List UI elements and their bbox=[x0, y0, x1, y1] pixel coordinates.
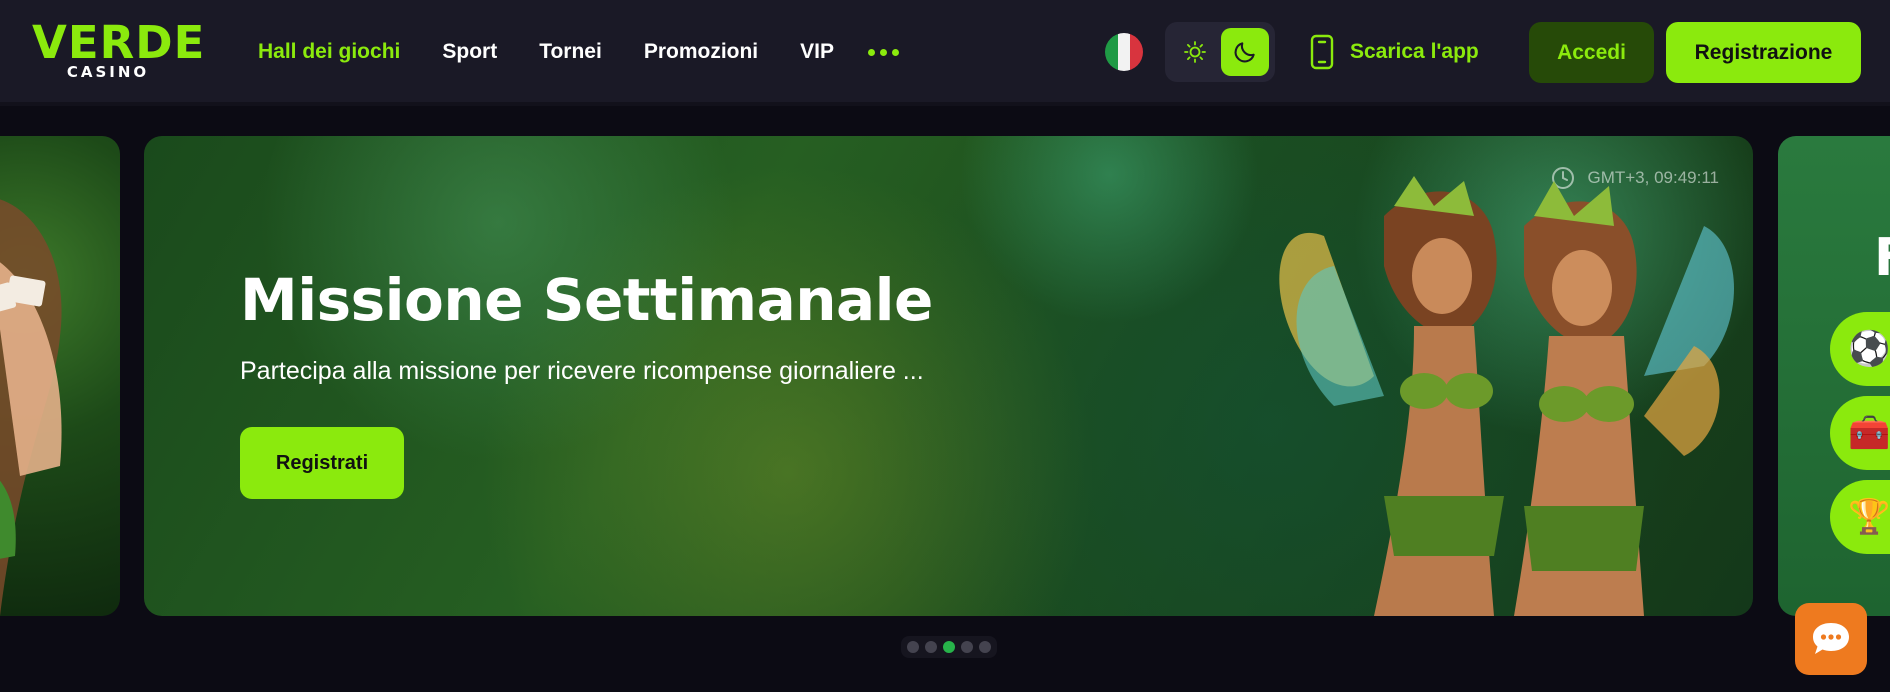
moon-icon[interactable] bbox=[1221, 28, 1269, 76]
smartphone-icon bbox=[1310, 34, 1334, 70]
nav-item-tornei[interactable]: Tornei bbox=[539, 40, 602, 64]
login-button[interactable]: Accedi bbox=[1529, 22, 1654, 83]
pagination-dot[interactable] bbox=[979, 641, 991, 653]
theme-toggle bbox=[1165, 22, 1275, 82]
main-nav: Hall dei giochi Sport Tornei Promozioni … bbox=[258, 36, 900, 68]
nav-item-vip[interactable]: VIP bbox=[800, 40, 834, 64]
pagination-dot-active[interactable] bbox=[943, 641, 955, 653]
trophy-icon[interactable]: 🏆 bbox=[1830, 480, 1890, 554]
soccer-ball-icon[interactable]: ⚽ bbox=[1830, 312, 1890, 386]
top-header: VERDE CASINO Hall dei giochi Sport Torne… bbox=[0, 0, 1890, 106]
next-slide-title-fragment: F bbox=[1874, 228, 1890, 288]
nav-item-promozioni[interactable]: Promozioni bbox=[644, 40, 758, 64]
sun-icon[interactable] bbox=[1171, 28, 1219, 76]
next-slide[interactable]: F ⚽ 🧰 🏆 bbox=[1778, 136, 1890, 616]
previous-slide[interactable] bbox=[0, 136, 120, 616]
chat-bubble-icon[interactable] bbox=[1795, 603, 1867, 675]
slider-pagination bbox=[901, 636, 997, 658]
banner-subtitle: Partecipa alla missione per ricevere ric… bbox=[240, 357, 924, 385]
download-app-link[interactable]: Scarica l'app bbox=[1310, 34, 1479, 70]
nav-item-hall-dei-giochi[interactable]: Hall dei giochi bbox=[258, 40, 400, 64]
pagination-dot[interactable] bbox=[907, 641, 919, 653]
hero-banner: GMT+3, 09:49:11 Missione Settimanale Par… bbox=[144, 136, 1753, 616]
banner-title: Missione Settimanale bbox=[240, 266, 933, 334]
treasure-chest-icon[interactable]: 🧰 bbox=[1830, 396, 1890, 470]
download-app-label: Scarica l'app bbox=[1350, 40, 1479, 63]
logo-wordmark: VERDE bbox=[32, 16, 206, 69]
pagination-dot[interactable] bbox=[925, 641, 937, 653]
ellipsis-icon[interactable] bbox=[868, 48, 900, 56]
logo[interactable]: VERDE CASINO bbox=[32, 16, 206, 80]
fairies-illustration bbox=[1279, 176, 1734, 616]
pagination-dot[interactable] bbox=[961, 641, 973, 653]
nav-item-sport[interactable]: Sport bbox=[442, 40, 497, 64]
banner-register-button[interactable]: Registrati bbox=[240, 427, 404, 499]
italy-flag-icon[interactable] bbox=[1105, 33, 1143, 71]
register-button[interactable]: Registrazione bbox=[1666, 22, 1861, 83]
character-art bbox=[0, 199, 62, 616]
